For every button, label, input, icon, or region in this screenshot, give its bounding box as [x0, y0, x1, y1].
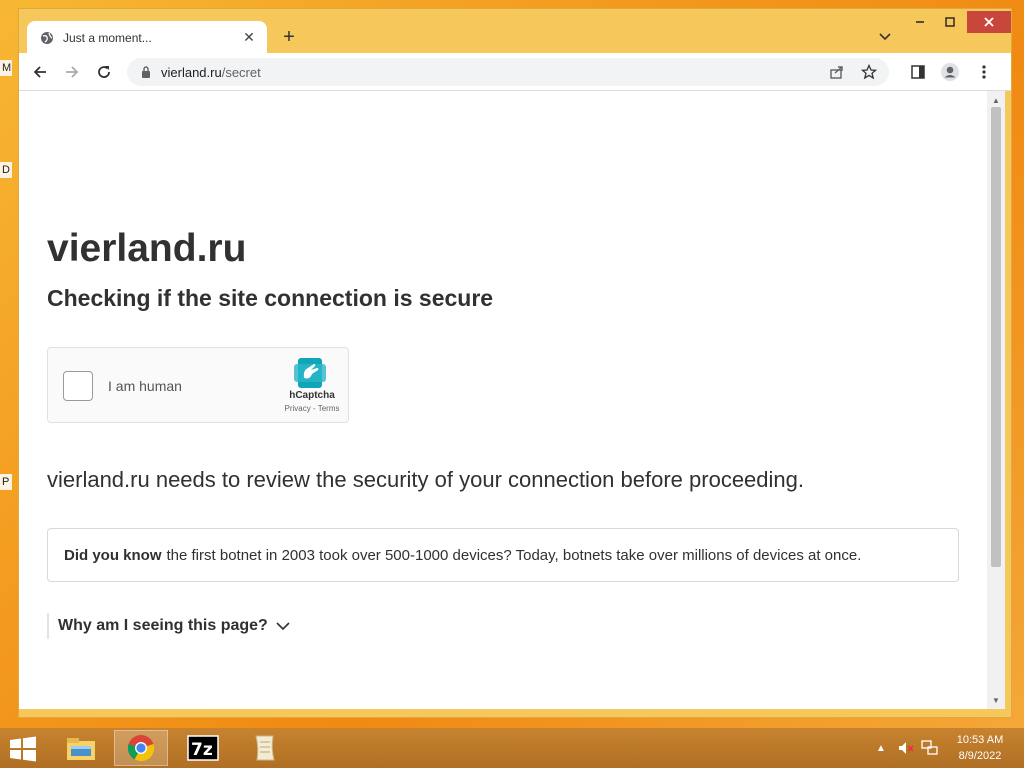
why-label: Why am I seeing this page? — [58, 617, 268, 634]
browser-tab[interactable]: Just a moment... ✕ — [27, 21, 267, 54]
windows-start-icon[interactable] — [8, 736, 38, 762]
side-panel-icon[interactable] — [905, 59, 931, 85]
profile-avatar-icon[interactable] — [937, 59, 963, 85]
new-tab-button[interactable]: + — [277, 25, 301, 49]
did-you-know-text: the first botnet in 2003 took over 500-1… — [166, 546, 862, 564]
close-window-button[interactable] — [967, 11, 1011, 33]
minimize-button[interactable] — [907, 11, 933, 33]
url-path: /secret — [221, 64, 261, 80]
show-hidden-icons-icon[interactable]: ▲ — [874, 740, 888, 756]
desktop-icon-fragment: M — [0, 60, 12, 76]
tab-close-icon[interactable]: ✕ — [241, 29, 257, 46]
hcaptcha-logo-icon — [292, 356, 328, 390]
page-subtitle: Checking if the site connection is secur… — [47, 285, 494, 311]
network-icon[interactable] — [920, 740, 940, 756]
notepad-icon[interactable] — [238, 730, 292, 766]
did-you-know-box: Did you know the first botnet in 2003 to… — [47, 528, 959, 582]
browser-window: Just a moment... ✕ + vierland.ru/secret … — [18, 8, 1012, 718]
desktop-icon-fragment: P — [0, 474, 12, 490]
human-checkbox[interactable] — [63, 371, 93, 401]
address-bar[interactable]: vierland.ru/secret — [127, 58, 889, 86]
review-message: vierland.ru needs to review the security… — [47, 467, 804, 492]
site-title: vierland.ru — [47, 227, 247, 270]
page-viewport: vierland.ru Checking if the site connect… — [19, 91, 1005, 709]
url-host: vierland.ru — [161, 64, 222, 80]
maximize-button[interactable] — [937, 11, 963, 33]
volume-muted-icon[interactable] — [896, 740, 916, 756]
desktop-icon-fragment: D — [0, 162, 12, 178]
captcha-privacy-terms-links[interactable]: Privacy - Terms — [282, 404, 342, 413]
clock-time: 10:53 AM — [956, 734, 1004, 746]
bookmark-star-icon[interactable] — [859, 62, 879, 82]
file-explorer-icon[interactable] — [54, 730, 108, 766]
share-icon[interactable] — [827, 62, 847, 82]
scroll-up-icon[interactable]: ▲ — [987, 93, 1005, 107]
tab-title: Just a moment... — [63, 30, 152, 45]
reload-button[interactable] — [91, 59, 117, 85]
hcaptcha-widget: I am human hCaptcha Privacy - Terms — [47, 347, 349, 423]
globe-icon — [39, 30, 55, 46]
back-button[interactable] — [27, 59, 53, 85]
browser-toolbar: vierland.ru/secret — [19, 53, 1011, 91]
did-you-know-label: Did you know — [64, 546, 162, 564]
chevron-down-icon — [276, 621, 290, 631]
vertical-scrollbar[interactable]: ▲ ▼ — [987, 91, 1005, 709]
chrome-icon[interactable] — [114, 730, 168, 766]
why-seeing-page-toggle[interactable]: Why am I seeing this page? — [47, 613, 290, 639]
url-text: vierland.ru/secret — [161, 65, 261, 80]
captcha-label: I am human — [108, 378, 182, 394]
tab-search-chevron-icon[interactable] — [875, 27, 895, 47]
taskbar: 7z ▲ 10:53 AM 8/9/2022 — [0, 728, 1024, 768]
7zip-icon[interactable]: 7z — [176, 730, 230, 766]
forward-button[interactable] — [59, 59, 85, 85]
system-clock[interactable]: 10:53 AM 8/9/2022 — [946, 732, 1014, 764]
scrollbar-thumb[interactable] — [991, 107, 1001, 567]
scroll-down-icon[interactable]: ▼ — [987, 693, 1005, 707]
clock-date: 8/9/2022 — [958, 750, 1002, 762]
menu-kebab-icon[interactable] — [971, 59, 997, 85]
hcaptcha-brand: hCaptcha — [289, 390, 335, 401]
svg-text:7z: 7z — [191, 740, 213, 760]
lock-icon[interactable] — [139, 65, 153, 79]
title-bar: Just a moment... ✕ + — [19, 9, 1011, 54]
